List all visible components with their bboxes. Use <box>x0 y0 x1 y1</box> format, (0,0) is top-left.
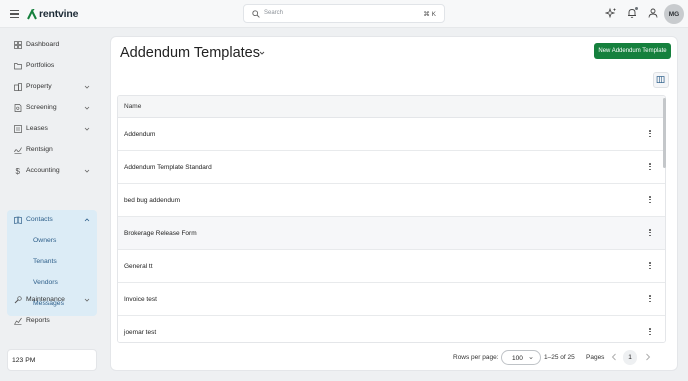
rows-per-page-value: 100 <box>512 354 523 362</box>
sidebar-item-label: Property <box>26 83 52 90</box>
templates-table: Name Addendum Addendum Template Standard… <box>117 95 666 343</box>
columns-icon <box>656 76 665 83</box>
notifications-button[interactable] <box>626 7 638 19</box>
sidebar-item-reports[interactable]: Reports <box>7 313 97 329</box>
chevron-left-icon[interactable] <box>611 353 617 361</box>
chevron-down-icon <box>84 85 90 89</box>
table-row[interactable]: Invoice test <box>118 283 665 316</box>
column-layout-button[interactable] <box>653 72 669 88</box>
sidebar-item-portfolios[interactable]: Portfolios <box>7 58 97 74</box>
table-cell: Invoice test <box>124 296 157 303</box>
table-cell: General tt <box>124 263 153 270</box>
folder-icon <box>14 63 22 70</box>
main-panel: Addendum Templates New Addendum Template… <box>110 36 678 371</box>
sidebar-item-maintenance[interactable]: Maintenance <box>7 292 97 308</box>
row-menu-icon[interactable] <box>648 130 652 139</box>
sidebar-item-label: Portfolios <box>26 62 55 69</box>
sidebar-subitem-vendors[interactable]: Vendors <box>33 279 58 286</box>
rows-per-page-select[interactable]: 100 <box>501 350 541 365</box>
logo-mark-icon <box>27 8 37 19</box>
chevron-down-icon <box>529 357 533 360</box>
sidebar-item-contacts[interactable]: Contacts <box>7 212 97 228</box>
table-row[interactable]: General tt <box>118 250 665 283</box>
table-cell: Addendum Template Standard <box>124 164 212 171</box>
svg-text:$: $ <box>16 167 21 175</box>
sidebar-item-label: Contacts <box>26 216 53 223</box>
chevron-down-icon <box>84 298 90 302</box>
sidebar-item-label: Reports <box>26 317 50 324</box>
top-bar: rentvine Search ⌘ K MG <box>0 0 688 28</box>
sidebar-item-accounting[interactable]: $ Accounting <box>7 163 97 179</box>
sidebar-subitem-tenants[interactable]: Tenants <box>33 258 57 265</box>
row-menu-icon[interactable] <box>648 328 652 337</box>
search-placeholder: Search <box>264 10 284 16</box>
sidebar-item-leases[interactable]: Leases <box>7 121 97 137</box>
table-row[interactable]: joemar test <box>118 316 665 342</box>
row-menu-icon[interactable] <box>648 295 652 304</box>
table-cell: bed bug addendum <box>124 197 181 204</box>
pages-label: Pages <box>586 354 605 361</box>
sidebar-item-label: Accounting <box>26 167 60 174</box>
wrench-icon <box>14 296 22 304</box>
dashboard-icon <box>14 41 22 49</box>
rows-per-page-label: Rows per page: <box>453 354 499 361</box>
sidebar-item-property[interactable]: Property <box>7 79 97 95</box>
row-menu-icon[interactable] <box>648 262 652 271</box>
chevron-down-icon <box>84 127 90 131</box>
chart-icon <box>14 317 22 325</box>
sidebar-item-label: Leases <box>26 125 48 132</box>
table-row[interactable]: bed bug addendum <box>118 184 665 217</box>
chevron-down-icon[interactable] <box>259 50 265 56</box>
chevron-right-icon[interactable] <box>645 353 651 361</box>
column-header-name[interactable]: Name <box>124 103 141 110</box>
dollar-icon: $ <box>16 167 21 175</box>
chevron-up-icon <box>84 218 90 222</box>
sidebar-item-dashboard[interactable]: Dashboard <box>7 37 97 53</box>
table-row[interactable]: Addendum <box>118 118 665 151</box>
table-cell: Brokerage Release Form <box>124 230 197 237</box>
user-switch-icon[interactable] <box>647 7 659 19</box>
new-addendum-template-button[interactable]: New Addendum Template <box>594 43 671 59</box>
row-menu-icon[interactable] <box>648 196 652 205</box>
sidebar-item-label: Screening <box>26 104 57 111</box>
avatar-initials: MG <box>668 10 680 18</box>
sidebar-item-rentsign[interactable]: Rentsign <box>7 142 97 158</box>
sidebar-item-label: Dashboard <box>26 41 60 48</box>
sidebar-item-screening[interactable]: Screening <box>7 100 97 116</box>
sidebar: Dashboard Portfolios Property Screening … <box>0 28 104 381</box>
sparkle-icon[interactable] <box>605 7 617 19</box>
table-scrollbar[interactable] <box>663 98 666 168</box>
chevron-down-icon <box>84 106 90 110</box>
table-cell: Addendum <box>124 131 156 138</box>
chevron-down-icon <box>84 169 90 173</box>
notification-dot <box>635 7 638 10</box>
sidebar-item-label: Rentsign <box>26 146 53 153</box>
hamburger-menu-icon[interactable] <box>10 10 19 18</box>
table-row[interactable]: Brokerage Release Form <box>118 217 665 250</box>
time-display: 123 PM <box>7 349 97 371</box>
sidebar-subitem-owners[interactable]: Owners <box>33 237 56 244</box>
building-icon <box>14 83 22 91</box>
logo[interactable]: rentvine <box>27 7 78 21</box>
contact-book-icon <box>14 216 22 224</box>
row-menu-icon[interactable] <box>648 229 652 238</box>
search-bar[interactable]: Search ⌘ K <box>243 4 445 23</box>
page-range: 1–25 of 25 <box>544 354 575 361</box>
avatar[interactable]: MG <box>664 4 684 24</box>
sidebar-item-label: Maintenance <box>26 296 65 303</box>
table-header: Name <box>118 96 665 118</box>
lease-icon <box>14 125 22 133</box>
page-title: Addendum Templates <box>120 45 260 61</box>
logo-text: rentvine <box>39 8 79 20</box>
table-cell: joemar test <box>124 329 157 336</box>
table-row[interactable]: Addendum Template Standard <box>118 151 665 184</box>
page-number-button[interactable]: 1 <box>623 350 637 365</box>
search-shortcut: ⌘ K <box>423 11 436 18</box>
document-search-icon <box>14 104 22 112</box>
search-icon <box>252 10 260 18</box>
signature-icon <box>14 147 22 154</box>
row-menu-icon[interactable] <box>648 163 652 172</box>
